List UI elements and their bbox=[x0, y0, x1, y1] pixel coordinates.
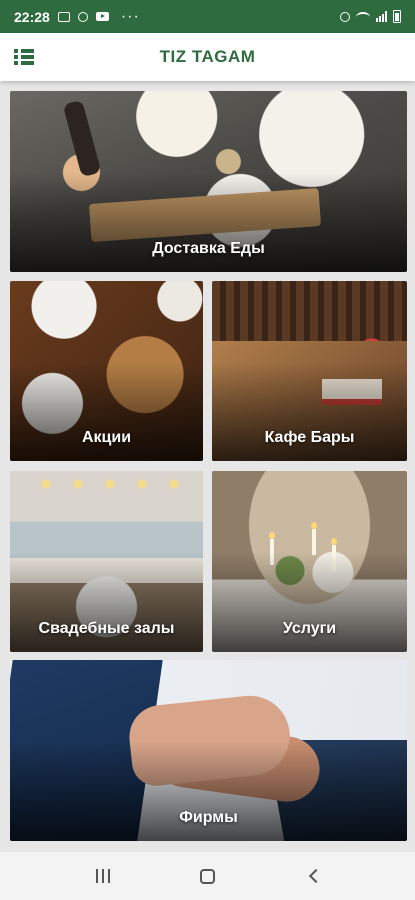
tile-label-cafe-bars: Кафе Бары bbox=[264, 429, 355, 446]
home-icon bbox=[200, 868, 215, 884]
camera-icon bbox=[57, 11, 70, 22]
status-bar: 22:28 ··· bbox=[0, 0, 415, 33]
system-nav-bar bbox=[0, 852, 415, 900]
tile-services[interactable]: Услуги bbox=[212, 471, 407, 652]
app-title: TIZ TAGAM bbox=[159, 47, 256, 66]
home-button[interactable] bbox=[193, 861, 223, 891]
tile-label-firms: Фирмы bbox=[179, 809, 238, 826]
app-bar: TIZ TAGAM bbox=[0, 33, 415, 81]
tile-label-promotions: Акции bbox=[81, 429, 132, 446]
youtube-icon bbox=[95, 12, 109, 21]
wifi-icon bbox=[356, 11, 370, 22]
back-icon bbox=[308, 868, 323, 884]
back-button[interactable] bbox=[298, 861, 328, 891]
notification-icon bbox=[77, 11, 88, 22]
tile-label-food-delivery: Доставка Еды bbox=[152, 240, 265, 257]
menu-button[interactable] bbox=[14, 47, 36, 67]
tile-promotions[interactable]: Акции bbox=[10, 281, 203, 461]
more-notifications-icon: ··· bbox=[120, 7, 140, 25]
status-time: 22:28 bbox=[14, 8, 50, 25]
recents-button[interactable] bbox=[88, 861, 118, 891]
tile-image bbox=[30, 477, 190, 491]
tile-firms[interactable]: Фирмы bbox=[10, 660, 407, 841]
tile-label-services: Услуги bbox=[282, 620, 337, 637]
tile-label-wedding-halls: Свадебные залы bbox=[38, 620, 175, 637]
alarm-icon bbox=[340, 11, 350, 22]
tile-image bbox=[62, 99, 102, 178]
tile-food-delivery[interactable]: Доставка Еды bbox=[10, 91, 407, 272]
tile-wedding-halls[interactable]: Свадебные залы bbox=[10, 471, 203, 652]
signal-icon bbox=[376, 11, 387, 22]
tile-cafe-bars[interactable]: Кафе Бары bbox=[212, 281, 407, 461]
menu-icon bbox=[14, 49, 36, 53]
recents-icon bbox=[95, 869, 110, 883]
battery-icon bbox=[393, 10, 401, 23]
